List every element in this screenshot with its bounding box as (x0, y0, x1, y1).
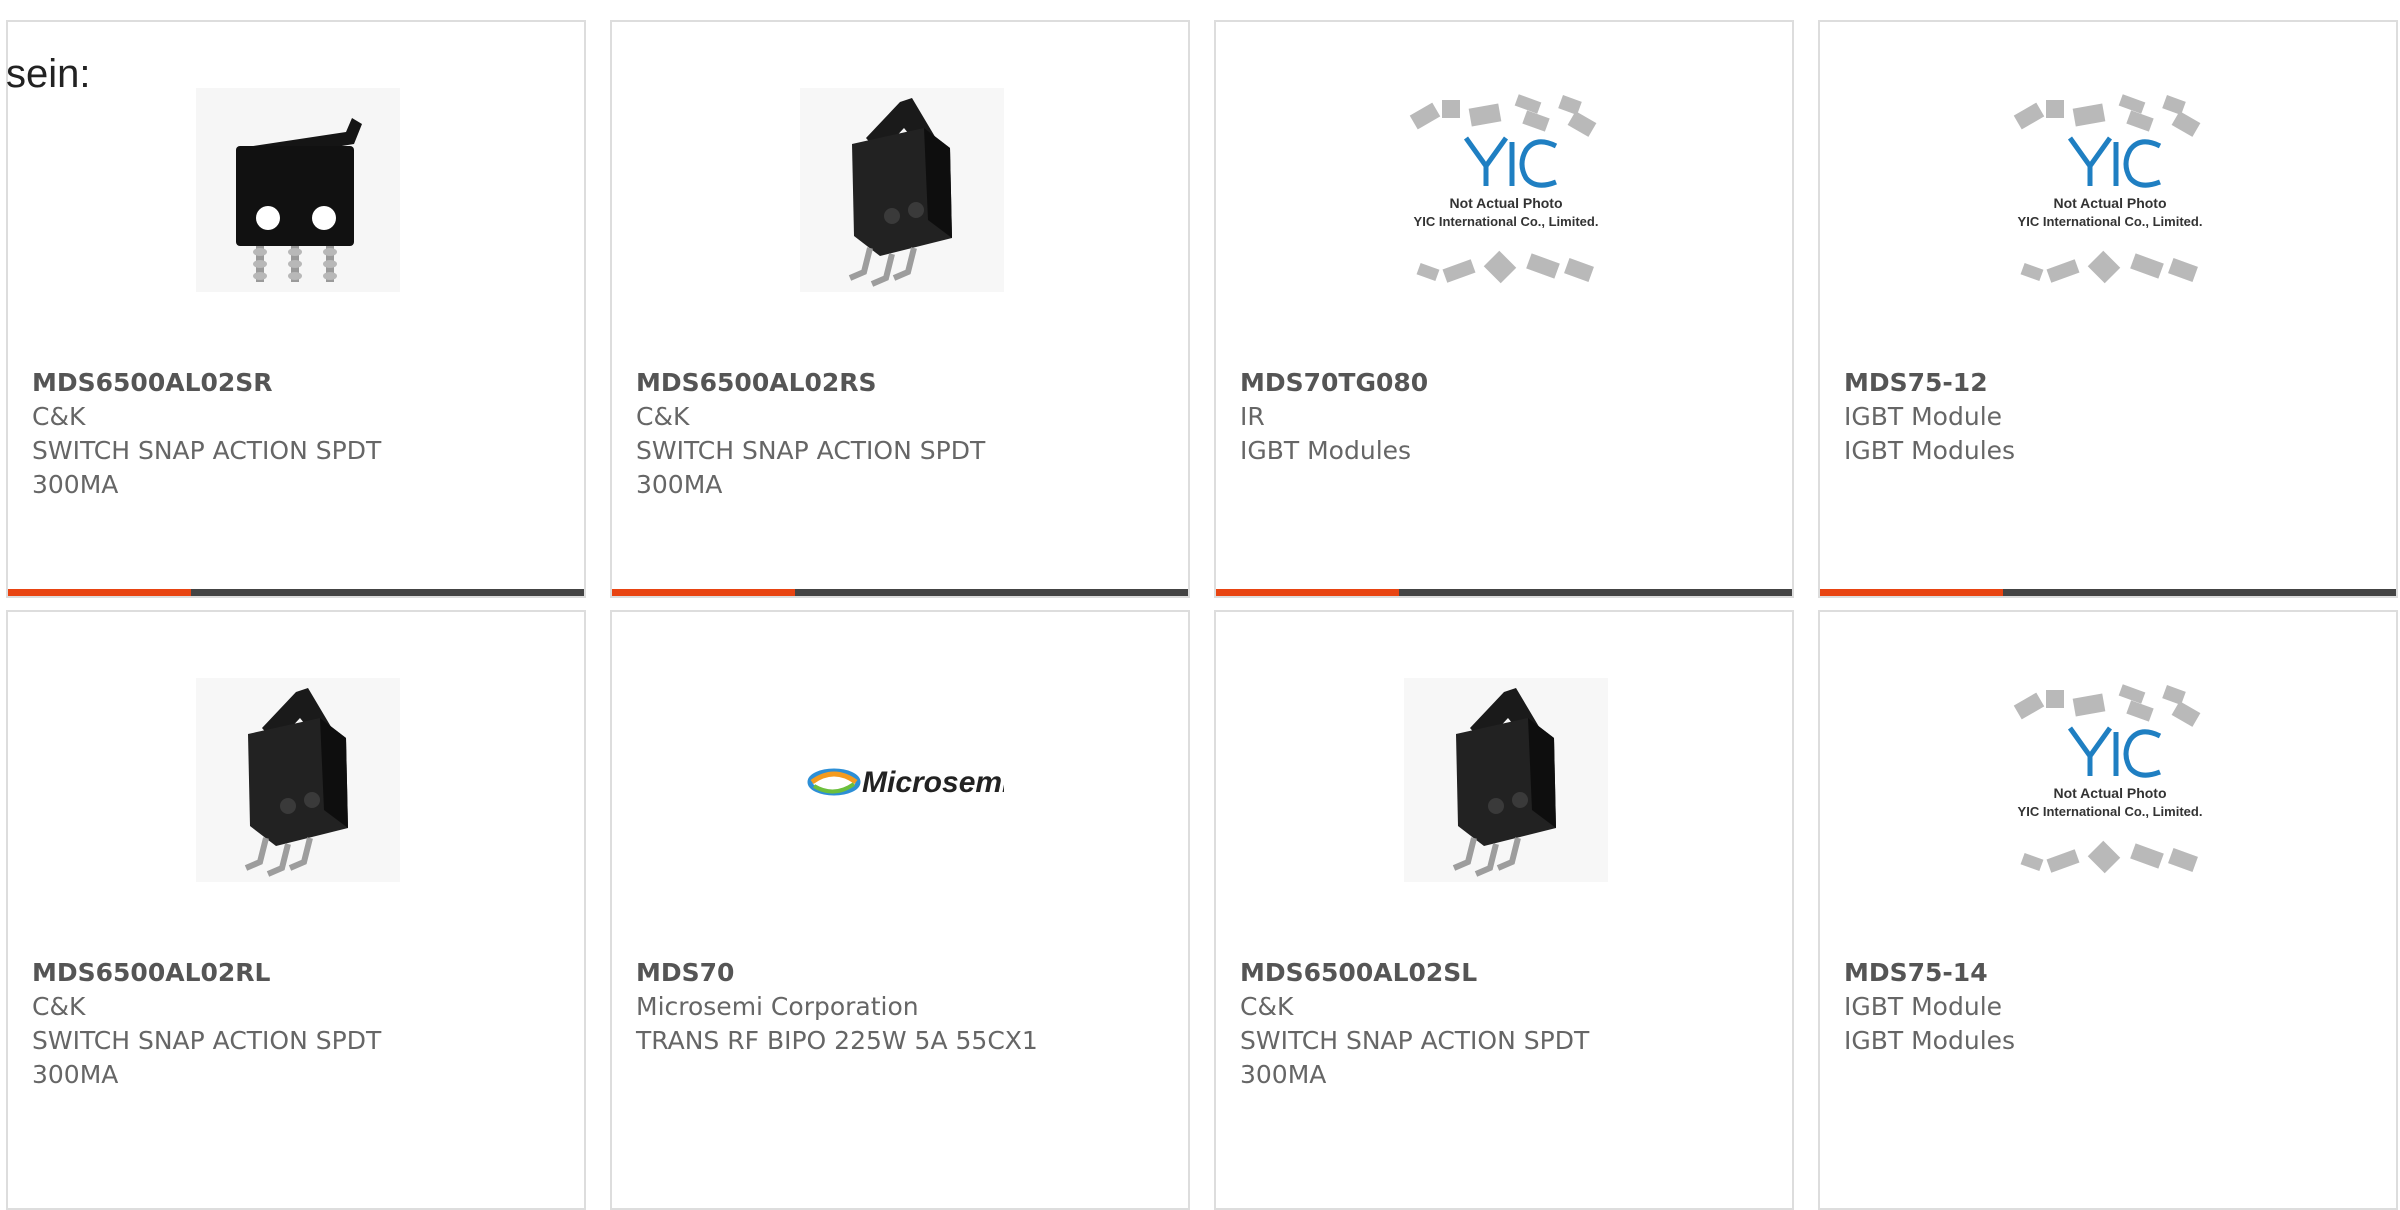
product-image[interactable]: Not Actual Photo YIC International Co., L… (2008, 88, 2212, 292)
manufacturer: IGBT Module (1844, 402, 2003, 431)
part-number[interactable]: MDS75-14 (1844, 956, 2376, 990)
manufacturer: C&K (32, 992, 86, 1021)
part-number[interactable]: MDS6500AL02RS (636, 366, 1168, 400)
part-number[interactable]: MDS6500AL02SL (1240, 956, 1772, 990)
card-accent-stripe (1820, 589, 2003, 596)
product-card[interactable]: Not Actual Photo YIC International Co., L… (1818, 20, 2398, 598)
product-card[interactable]: MDS6500AL02SL C&K SWITCH SNAP ACTION SPDT 3… (1214, 610, 1794, 1210)
description: SWITCH SNAP ACTION SPDT (636, 436, 986, 465)
product-info: MDS75-14 IGBT Module IGBT Modules (1844, 956, 2376, 1058)
product-info: MDS6500AL02SR C&K SWITCH SNAP ACTION SPDT 3… (32, 366, 564, 502)
card-accent-stripe (8, 589, 191, 596)
description: IGBT Modules (1240, 436, 1412, 465)
product-info: MDS70TG080 IR IGBT Modules (1240, 366, 1772, 468)
manufacturer: C&K (32, 402, 86, 431)
product-card[interactable]: MDS6500AL02RS C&K SWITCH SNAP ACTION SPDT 3… (610, 20, 1190, 598)
card-footer-bar (8, 589, 584, 596)
description-continued: 300MA (636, 470, 723, 499)
card-footer-bar (612, 589, 1188, 596)
product-card[interactable]: Not Actual Photo YIC International Co., L… (1818, 610, 2398, 1210)
description: IGBT Modules (1844, 436, 2016, 465)
description-continued: 300MA (32, 1060, 119, 1089)
svg-text:YIC International Co., Limited: YIC International Co., Limited. (2018, 804, 2203, 819)
manufacturer: IGBT Module (1844, 992, 2003, 1021)
description: TRANS RF BIPO 225W 5A 55CX1 (636, 1026, 1038, 1055)
product-card[interactable]: MDS6500AL02SR C&K SWITCH SNAP ACTION SPDT 3… (6, 20, 586, 598)
product-image[interactable] (800, 88, 1004, 292)
svg-text:Not Actual Photo: Not Actual Photo (2053, 785, 2166, 801)
part-number[interactable]: MDS6500AL02SR (32, 366, 564, 400)
card-footer-bar (1216, 589, 1792, 596)
product-info: MDS6500AL02RL C&K SWITCH SNAP ACTION SPDT 3… (32, 956, 564, 1092)
svg-text:Microsemi: Microsemi (862, 766, 1004, 799)
svg-text:YIC International Co., Limited: YIC International Co., Limited. (2018, 214, 2203, 229)
svg-text:Not Actual Photo: Not Actual Photo (2053, 195, 2166, 211)
product-info: MDS6500AL02SL C&K SWITCH SNAP ACTION SPDT 3… (1240, 956, 1772, 1092)
manufacturer: C&K (636, 402, 690, 431)
product-image[interactable]: Not Actual Photo YIC International Co., L… (2008, 678, 2212, 882)
product-info: MDS6500AL02RS C&K SWITCH SNAP ACTION SPDT 3… (636, 366, 1168, 502)
product-card[interactable]: MDS6500AL02RL C&K SWITCH SNAP ACTION SPDT 3… (6, 610, 586, 1210)
part-number[interactable]: MDS6500AL02RL (32, 956, 564, 990)
product-card[interactable]: Not Actual Photo YIC International Co., L… (1214, 20, 1794, 598)
manufacturer: Microsemi Corporation (636, 992, 919, 1021)
product-image[interactable] (1404, 678, 1608, 882)
intro-text: sein: (6, 52, 91, 96)
card-footer-bar (1820, 589, 2396, 596)
part-number[interactable]: MDS75-12 (1844, 366, 2376, 400)
description-continued: 300MA (32, 470, 119, 499)
description: SWITCH SNAP ACTION SPDT (32, 436, 382, 465)
card-accent-stripe (1216, 589, 1399, 596)
description: SWITCH SNAP ACTION SPDT (1240, 1026, 1590, 1055)
product-info: MDS70 Microsemi Corporation TRANS RF BIPO … (636, 956, 1168, 1058)
product-info: MDS75-12 IGBT Module IGBT Modules (1844, 366, 2376, 468)
description-continued: 300MA (1240, 1060, 1327, 1089)
svg-text:Not Actual Photo: Not Actual Photo (1449, 195, 1562, 211)
part-number[interactable]: MDS70 (636, 956, 1168, 990)
product-image[interactable] (196, 678, 400, 882)
product-image[interactable] (196, 88, 400, 292)
description: IGBT Modules (1844, 1026, 2016, 1055)
manufacturer: C&K (1240, 992, 1294, 1021)
product-image[interactable]: Not Actual Photo YIC International Co., L… (1404, 88, 1608, 292)
product-image[interactable]: Microsemi (800, 678, 1004, 882)
product-card[interactable]: Microsemi MDS70 Microsemi Corporation TRANS… (610, 610, 1190, 1210)
product-grid: MDS6500AL02SR C&K SWITCH SNAP ACTION SPDT 3… (0, 0, 2400, 1210)
part-number[interactable]: MDS70TG080 (1240, 366, 1772, 400)
card-accent-stripe (612, 589, 795, 596)
manufacturer: IR (1240, 402, 1265, 431)
svg-text:YIC International Co., Limited: YIC International Co., Limited. (1414, 214, 1599, 229)
description: SWITCH SNAP ACTION SPDT (32, 1026, 382, 1055)
